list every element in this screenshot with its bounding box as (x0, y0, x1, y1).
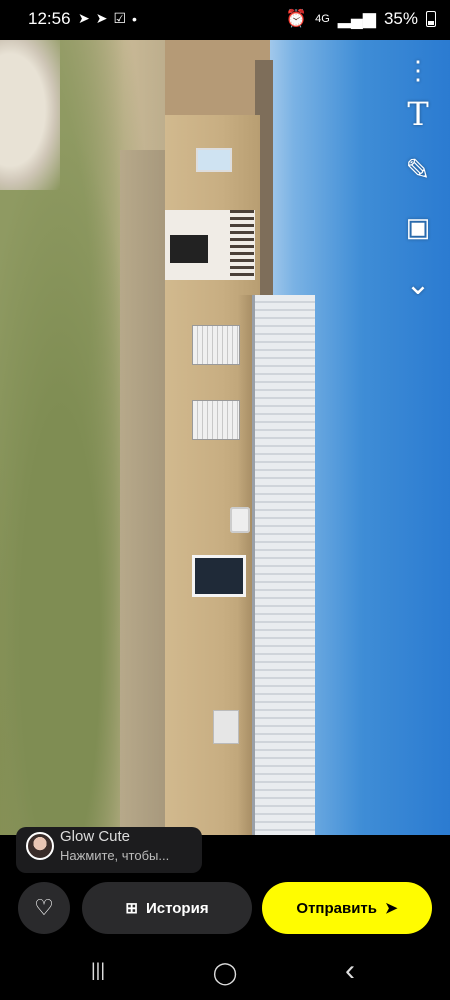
recent-apps-button[interactable]: ||| (78, 960, 118, 981)
metal-roof (255, 295, 315, 835)
alarm-icon: ⏰ (285, 9, 308, 28)
text-tool-icon[interactable]: T (396, 92, 440, 136)
shuttered-window (192, 400, 240, 440)
check-box-icon: ☑ (113, 10, 127, 26)
telegram-icon: ➤ (78, 10, 90, 26)
story-button[interactable]: ⊞ История (82, 882, 252, 934)
back-button[interactable]: ‹ (330, 954, 370, 988)
snap-photo[interactable] (0, 40, 450, 835)
pencil-icon[interactable]: ✎ (396, 148, 440, 192)
battery-text: 35% (383, 9, 418, 28)
small-window (196, 148, 232, 172)
dot-icon: • (132, 10, 137, 27)
system-icons: ⏰ 4G ▂▄▆ 35% (286, 9, 436, 29)
sticker-icon[interactable]: ▣ (396, 205, 440, 249)
chevron-down-icon[interactable]: ⌄ (396, 262, 440, 306)
telegram-icon: ➤ (95, 10, 108, 26)
story-label: История (146, 899, 209, 917)
notification-icons: ➤ ➤ ☑ • (78, 10, 137, 27)
more-options-icon[interactable]: ⋮ (396, 48, 440, 92)
clock: 12:56 (28, 9, 71, 28)
profile-name: Glow Cute (60, 828, 131, 845)
heart-icon: ♡ (34, 895, 54, 920)
battery-icon (426, 11, 436, 27)
rocks (0, 40, 60, 190)
door-grill (230, 210, 254, 280)
shuttered-window (192, 325, 240, 365)
wall-vent (213, 710, 239, 744)
glass-window (192, 555, 246, 597)
avatar[interactable] (26, 832, 54, 860)
door-opening (170, 235, 208, 263)
add-story-icon: ⊞ (125, 900, 138, 917)
air-conditioner (230, 507, 250, 533)
home-button[interactable]: ◯ (205, 960, 245, 986)
send-label: Отправить (296, 899, 377, 917)
system-navigation-bar: ||| ◯ ‹ (0, 950, 450, 1000)
status-bar: 12:56 ➤ ➤ ☑ • ⏰ 4G ▂▄▆ 35% (0, 0, 450, 40)
send-button[interactable]: Отправить ➤ (262, 882, 432, 934)
editing-toolbar: ⋮ T ✎ ▣ ⌄ (390, 40, 450, 320)
network-label: 4G (315, 13, 330, 25)
signal-icon: ▂▄▆ (337, 9, 376, 28)
send-arrow-icon: ➤ (385, 900, 398, 917)
profile-hint: Нажмите, чтобы... (60, 848, 170, 863)
favorite-button[interactable]: ♡ (18, 882, 70, 934)
